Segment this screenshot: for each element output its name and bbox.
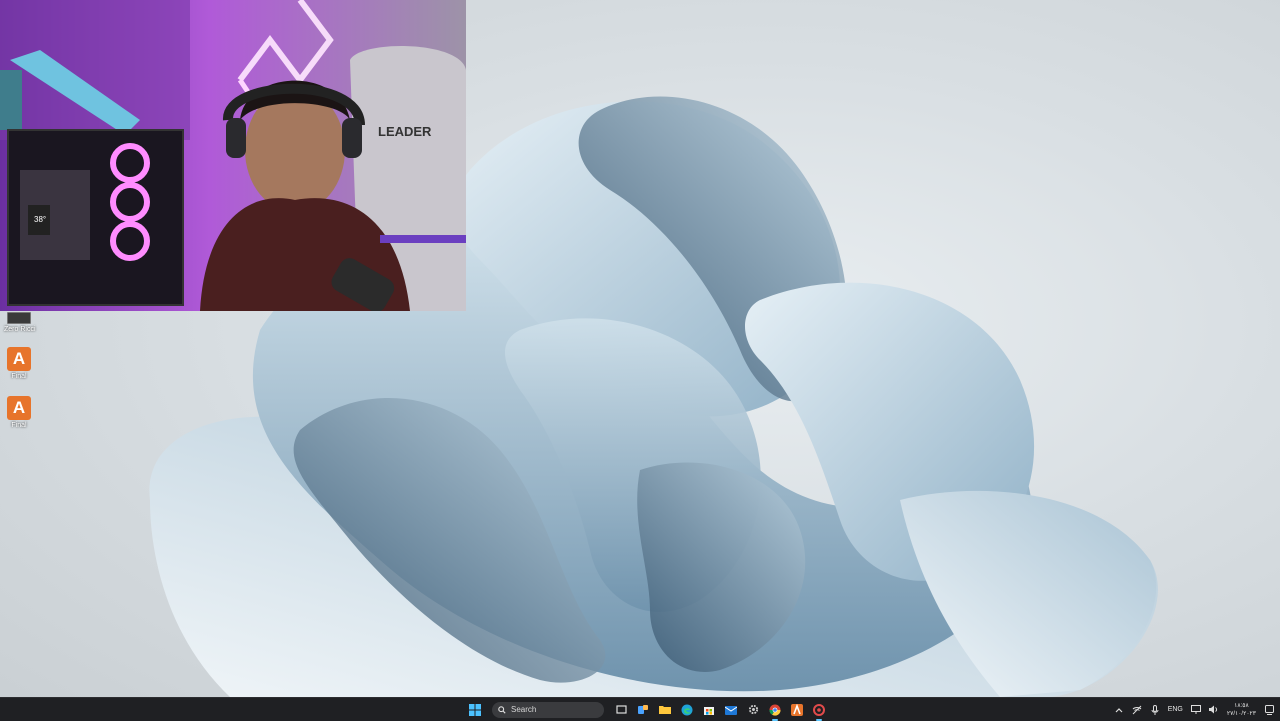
outlook-button[interactable] [722, 701, 740, 719]
file-explorer-button[interactable] [656, 701, 674, 719]
speaker-icon [1208, 705, 1217, 714]
widgets-icon [638, 704, 648, 714]
windows-logo-icon [469, 703, 481, 716]
app-a-button[interactable] [788, 701, 806, 719]
webcam-overlay: 38° LEADER [0, 0, 466, 311]
mail-icon [725, 705, 737, 715]
notifications-button[interactable] [1264, 704, 1274, 715]
start-button[interactable] [466, 701, 484, 719]
clock-time: ١٨:٥٨ [1234, 702, 1249, 709]
edge-browser-icon [681, 704, 693, 715]
clock-date: ٢٧/١٠/٢٠٢٣ [1226, 710, 1256, 717]
search-placeholder: Search [511, 705, 537, 714]
taskbar-apps: Search [466, 700, 828, 721]
red-app-button[interactable] [810, 701, 828, 721]
chevron-up-icon [1115, 707, 1123, 712]
taskbar: Search ENG ١٨:٥٨ ٢٧/١٠/٢٠٢٣ [0, 697, 1280, 721]
desktop-icon-label: Zero Ricci [4, 326, 36, 333]
desktop-icon-label: Final [11, 422, 27, 429]
pc-temperature-display: 38° [34, 215, 46, 224]
monitor-icon [1190, 705, 1201, 714]
edge-button[interactable] [678, 701, 696, 719]
task-view-button[interactable] [612, 701, 630, 719]
task-view-icon [615, 705, 627, 714]
taskbar-search-box[interactable]: Search [492, 701, 604, 718]
chrome-button[interactable] [766, 701, 784, 721]
gear-icon [748, 704, 758, 715]
settings-button[interactable] [744, 701, 762, 719]
desktop-icon-label: Final [11, 373, 27, 380]
network-off-icon [1132, 705, 1142, 714]
store-bag-icon [704, 706, 714, 715]
shortcut-thumbnail-icon [7, 312, 31, 324]
microsoft-store-button[interactable] [700, 701, 718, 719]
desktop-shortcut-zero-ricci[interactable]: Zero Ricci [4, 312, 36, 333]
chrome-browser-icon [769, 704, 781, 716]
red-app-icon [813, 703, 825, 716]
network-tray-button[interactable] [1132, 705, 1142, 715]
microphone-icon [1151, 704, 1159, 715]
chair-brand-text: LEADER [378, 124, 432, 139]
desktop-shortcut-final-2[interactable]: A Final [4, 396, 34, 429]
desktop-shortcut-final-1[interactable]: A Final [4, 347, 34, 380]
search-icon [498, 705, 506, 714]
app-a-icon: A [7, 347, 31, 371]
taskbar-clock[interactable]: ١٨:٥٨ ٢٧/١٠/٢٠٢٣ [1227, 702, 1256, 718]
volume-tray-button[interactable] [1208, 705, 1219, 715]
show-hidden-icons-button[interactable] [1114, 705, 1124, 715]
notification-icon [1264, 704, 1274, 715]
folder-icon [659, 706, 671, 714]
app-a-icon [791, 703, 803, 716]
widgets-button[interactable] [634, 701, 652, 719]
system-tray: ENG ١٨:٥٨ ٢٧/١٠/٢٠٢٣ [1114, 700, 1274, 719]
microphone-tray-button[interactable] [1150, 704, 1160, 715]
webcam-scene: 38° LEADER [0, 0, 466, 311]
display-tray-button[interactable] [1190, 705, 1201, 715]
input-language-indicator[interactable]: ENG [1168, 706, 1183, 713]
app-a-icon: A [7, 396, 31, 420]
